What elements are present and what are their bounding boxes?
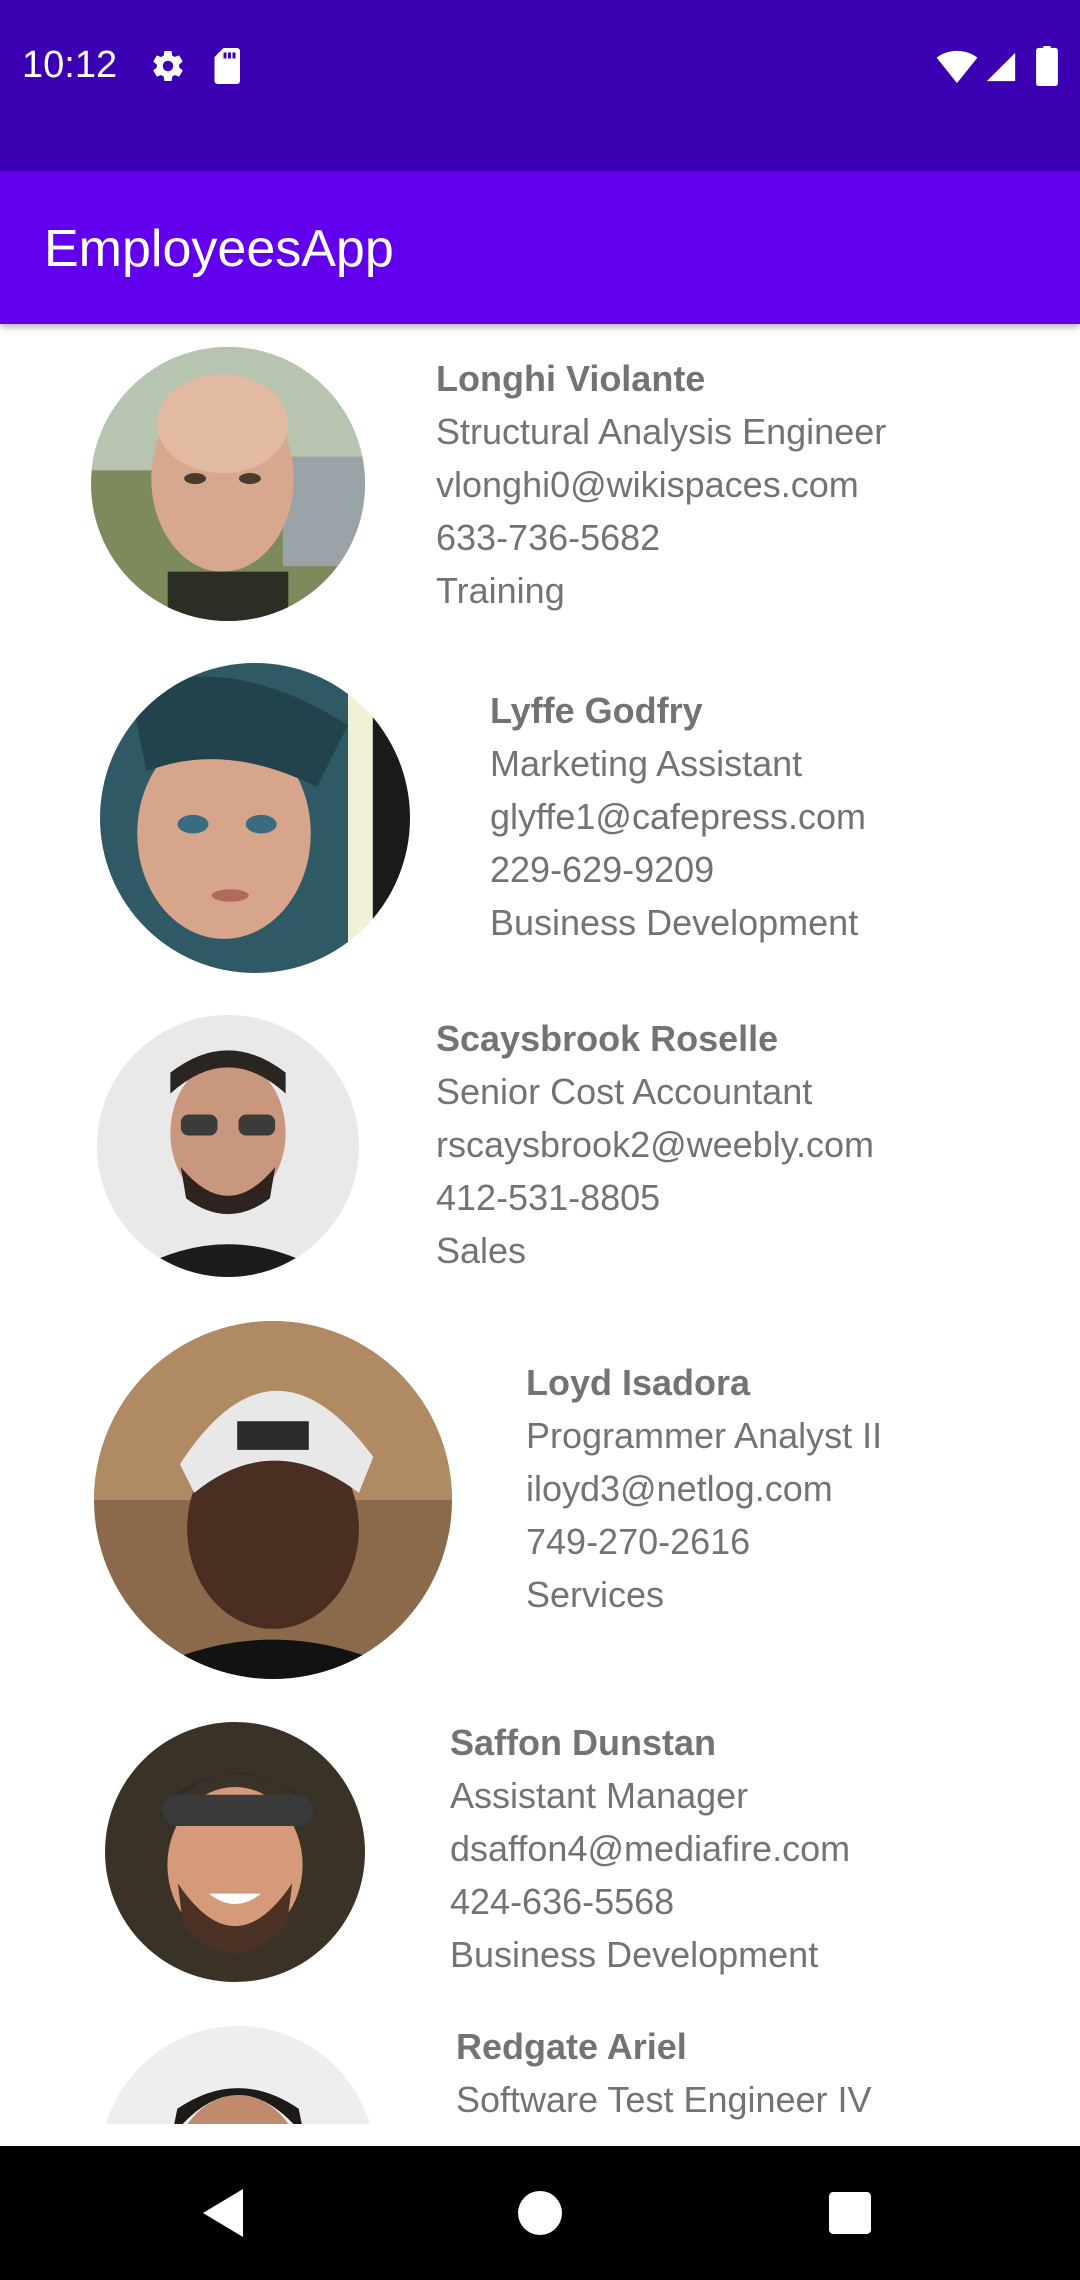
home-icon[interactable] xyxy=(495,2168,585,2258)
employee-name: Scaysbrook Roselle xyxy=(436,1018,779,1059)
employee-phone: 633-736-5682 xyxy=(436,517,661,558)
employee-phone: 229-629-9209 xyxy=(490,849,715,890)
back-icon[interactable] xyxy=(180,2168,270,2258)
employee-details: Saffon Dunstan Assistant Manager dsaffon… xyxy=(450,1716,850,1981)
employee-name: Loyd Isadora xyxy=(526,1362,751,1403)
navigation-bar xyxy=(0,2146,1080,2280)
employee-title: Assistant Manager xyxy=(450,1775,749,1816)
employee-department: Business Development xyxy=(450,1934,819,1975)
employee-photo xyxy=(97,1015,359,1277)
employee-details: Longhi Violante Structural Analysis Engi… xyxy=(436,352,886,617)
employee-details: Lyffe Godfry Marketing Assistant glyffe1… xyxy=(490,684,866,949)
status-time: 10:12 xyxy=(22,44,118,86)
employee-row[interactable]: Lyffe Godfry Marketing Assistant glyffe1… xyxy=(0,644,1080,984)
sd-card-icon xyxy=(212,48,244,89)
employee-email: dsaffon4@mediafire.com xyxy=(450,1828,851,1869)
employee-title: Marketing Assistant xyxy=(490,743,803,784)
employee-title: Software Test Engineer IV xyxy=(456,2079,872,2120)
employee-details: Loyd Isadora Programmer Analyst II iloyd… xyxy=(526,1356,882,1621)
employee-photo xyxy=(100,2026,376,2124)
signal-icon xyxy=(984,50,1018,89)
battery-icon xyxy=(1036,46,1058,91)
employee-photo xyxy=(94,1321,452,1679)
employee-name: Saffon Dunstan xyxy=(450,1722,716,1763)
employee-phone: 412-531-8805 xyxy=(436,1177,661,1218)
screen: 10:12 EmployeesApp Longhi Violante Struc… xyxy=(0,0,1080,2280)
employee-email: glyffe1@cafepress.com xyxy=(490,796,867,837)
employee-row[interactable]: Longhi Violante Structural Analysis Engi… xyxy=(0,324,1080,644)
employee-list[interactable]: Longhi Violante Structural Analysis Engi… xyxy=(0,324,1080,2124)
gear-icon xyxy=(150,48,186,89)
employee-department: Business Development xyxy=(490,902,859,943)
employee-department: Training xyxy=(436,570,565,611)
app-title: EmployeesApp xyxy=(44,220,394,278)
employee-photo xyxy=(100,663,410,973)
employee-name: Longhi Violante xyxy=(436,358,706,399)
employee-title: Programmer Analyst II xyxy=(526,1415,883,1456)
employee-details: Scaysbrook Roselle Senior Cost Accountan… xyxy=(436,1012,874,1277)
employee-photo xyxy=(105,1722,365,1982)
employee-department: Services xyxy=(526,1574,665,1615)
employee-row[interactable]: Saffon Dunstan Assistant Manager dsaffon… xyxy=(0,1704,1080,2014)
employee-row[interactable]: Redgate Ariel Software Test Engineer IV xyxy=(0,2014,1080,2124)
wifi-icon xyxy=(936,50,978,89)
employee-name: Lyffe Godfry xyxy=(490,690,703,731)
employee-email: iloyd3@netlog.com xyxy=(526,1468,833,1509)
employee-row[interactable]: Scaysbrook Roselle Senior Cost Accountan… xyxy=(0,984,1080,1304)
employee-row[interactable]: Loyd Isadora Programmer Analyst II iloyd… xyxy=(0,1304,1080,1704)
employee-email: vlonghi0@wikispaces.com xyxy=(436,464,859,505)
employee-name: Redgate Ariel xyxy=(456,2026,687,2067)
status-bar: 10:12 xyxy=(0,0,1080,171)
employee-details: Redgate Ariel Software Test Engineer IV xyxy=(456,2020,872,2124)
employee-phone: 424-636-5568 xyxy=(450,1881,675,1922)
employee-title: Structural Analysis Engineer xyxy=(436,411,887,452)
recents-icon[interactable] xyxy=(805,2168,895,2258)
employee-phone: 749-270-2616 xyxy=(526,1521,751,1562)
app-bar: EmployeesApp xyxy=(0,171,1080,324)
employee-photo xyxy=(91,347,365,621)
employee-title: Senior Cost Accountant xyxy=(436,1071,813,1112)
employee-department: Sales xyxy=(436,1230,527,1271)
employee-email: rscaysbrook2@weebly.com xyxy=(436,1124,875,1165)
